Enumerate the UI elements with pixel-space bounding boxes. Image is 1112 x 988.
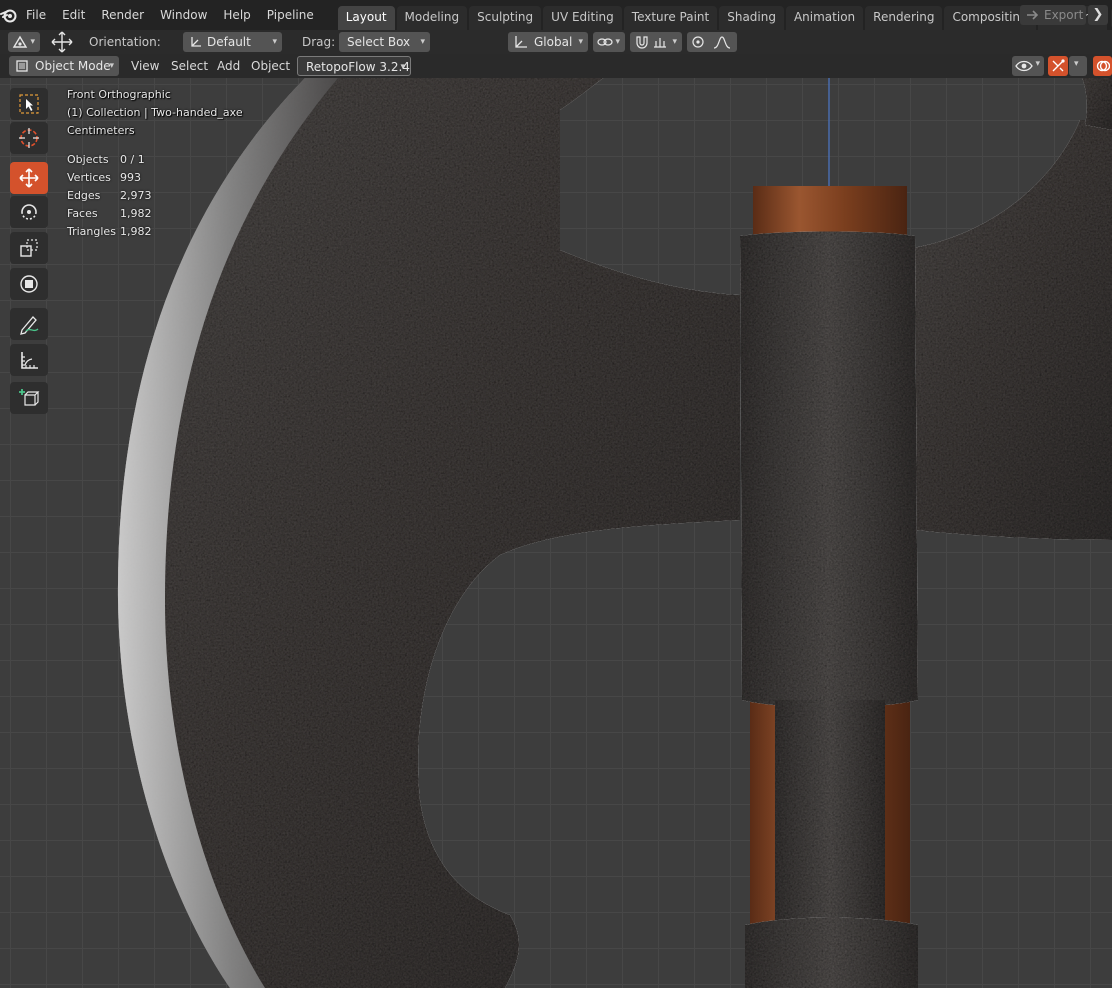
transform-pivot-dropdown[interactable]: ▾ (8, 32, 40, 52)
menu-help[interactable]: Help (215, 4, 258, 26)
pivot-point-dropdown[interactable]: ▾ (593, 32, 625, 52)
orientation-label: Orientation: (89, 35, 161, 49)
move-tool-icon[interactable] (50, 31, 74, 53)
tab-rendering[interactable]: Rendering (865, 6, 943, 30)
objects-label: Objects (67, 153, 109, 166)
menu-edit[interactable]: Edit (54, 4, 93, 26)
triangles-value: 1,982 (120, 225, 152, 238)
magnet-icon (636, 36, 648, 49)
drag-label: Drag: (302, 35, 336, 49)
orientation-icon (191, 37, 201, 47)
gizmo-toggle-button[interactable] (1048, 56, 1068, 76)
tool-scale[interactable] (10, 232, 48, 264)
overlay-icon (1096, 60, 1110, 72)
annotate-icon (20, 316, 39, 335)
collection-info: (1) Collection | Two-handed_axe (67, 106, 243, 119)
eye-icon (1015, 60, 1033, 72)
tool-move[interactable] (10, 162, 48, 194)
menu-window[interactable]: Window (152, 4, 215, 26)
tool-select-box[interactable] (10, 88, 48, 120)
rotate-icon (21, 204, 37, 220)
link-icon (597, 38, 613, 46)
measure-icon (21, 352, 38, 369)
head-collar (740, 231, 918, 708)
transform-icon (20, 275, 38, 293)
add-cube-icon (19, 389, 40, 406)
bottom-collar (745, 917, 918, 988)
handle-strip (775, 700, 885, 930)
tab-animation[interactable]: Animation (785, 6, 864, 30)
menu-file[interactable]: File (18, 4, 54, 26)
proportional-editing-icon (692, 36, 704, 48)
tab-layout[interactable]: Layout (337, 6, 395, 30)
view-name: Front Orthographic (67, 88, 171, 101)
menu-render[interactable]: Render (93, 4, 152, 26)
tool-cursor[interactable] (10, 122, 48, 154)
overlay-toggle-button[interactable] (1093, 56, 1112, 76)
orientation-dropdown[interactable]: Default ▾ (183, 32, 282, 52)
tool-annotate[interactable] (10, 308, 48, 340)
visibility-dropdown[interactable]: ▾ (1012, 56, 1044, 76)
export-label: Export (1044, 8, 1084, 22)
transform-orientation-dropdown[interactable]: Global ▾ (508, 32, 588, 52)
scale-icon (20, 239, 38, 257)
chevron-right-icon[interactable]: ❯ (1088, 5, 1108, 25)
tab-uv-editing[interactable]: UV Editing (543, 6, 622, 30)
workspace-tabs: Layout Modeling Sculpting UV Editing Tex… (337, 0, 1112, 30)
select-box-icon (19, 94, 39, 114)
export-icon (1027, 10, 1039, 20)
orientation-value: Default (207, 35, 251, 49)
gizmo-dropdown[interactable]: ▾ (1069, 56, 1087, 76)
export-button[interactable]: Export (1020, 5, 1086, 25)
right-blade-tip (1082, 78, 1112, 130)
transform-orientation-value: Global (534, 35, 573, 49)
tool-transform[interactable] (10, 268, 48, 300)
tool-add-cube[interactable] (10, 382, 48, 414)
gizmo-icon (1052, 59, 1065, 72)
pivot-icon (12, 35, 28, 48)
menu-pipeline[interactable]: Pipeline (259, 4, 322, 26)
tab-sculpting[interactable]: Sculpting (469, 6, 542, 30)
falloff-curve-icon (713, 36, 731, 49)
tab-modeling[interactable]: Modeling (396, 6, 468, 30)
mode-dropdown[interactable]: Object Mode ▾ (9, 56, 119, 76)
units-label: Centimeters (67, 124, 135, 137)
edges-label: Edges (67, 189, 101, 202)
drag-value: Select Box (347, 35, 411, 49)
proportional-editing-group[interactable] (687, 32, 737, 52)
edges-value: 2,973 (120, 189, 152, 202)
faces-label: Faces (67, 207, 98, 220)
tool-settings-bar: ▾ Orientation: Default ▾ Drag: Select Bo… (0, 30, 1112, 54)
objects-value: 0 / 1 (120, 153, 145, 166)
snap-increment-icon (654, 38, 666, 48)
vertices-label: Vertices (67, 171, 111, 184)
menu-select[interactable]: Select (171, 56, 208, 76)
menu-add[interactable]: Add (217, 56, 240, 76)
menu-view[interactable]: View (131, 56, 159, 76)
retopoflow-label: RetopoFlow 3.2.4 (306, 60, 410, 74)
triangles-label: Triangles (67, 225, 116, 238)
viewport-header: Object Mode ▾ View Select Add Object Ret… (0, 54, 1112, 78)
snap-dropdown[interactable]: ▾ (630, 32, 682, 52)
move-icon (19, 168, 39, 188)
cursor-icon (19, 128, 39, 148)
tab-texture-paint[interactable]: Texture Paint (623, 6, 718, 30)
right-blade (900, 120, 1112, 540)
object-mode-icon (16, 60, 28, 72)
global-axes-icon (515, 36, 527, 48)
tab-shading[interactable]: Shading (719, 6, 784, 30)
tool-measure[interactable] (10, 344, 48, 376)
mode-value: Object Mode (35, 59, 111, 73)
menu-object[interactable]: Object (251, 56, 290, 76)
retopoflow-dropdown[interactable]: RetopoFlow 3.2.4 ▾ (297, 56, 411, 76)
blender-logo-icon[interactable] (0, 0, 18, 30)
tool-rotate[interactable] (10, 196, 48, 228)
3d-viewport[interactable]: Front Orthographic (1) Collection | Two-… (0, 78, 1112, 988)
axe-model[interactable] (0, 78, 1112, 988)
top-menu-bar: File Edit Render Window Help Pipeline La… (0, 0, 1112, 30)
vertices-value: 993 (120, 171, 141, 184)
drag-dropdown[interactable]: Select Box ▾ (339, 32, 430, 52)
faces-value: 1,982 (120, 207, 152, 220)
